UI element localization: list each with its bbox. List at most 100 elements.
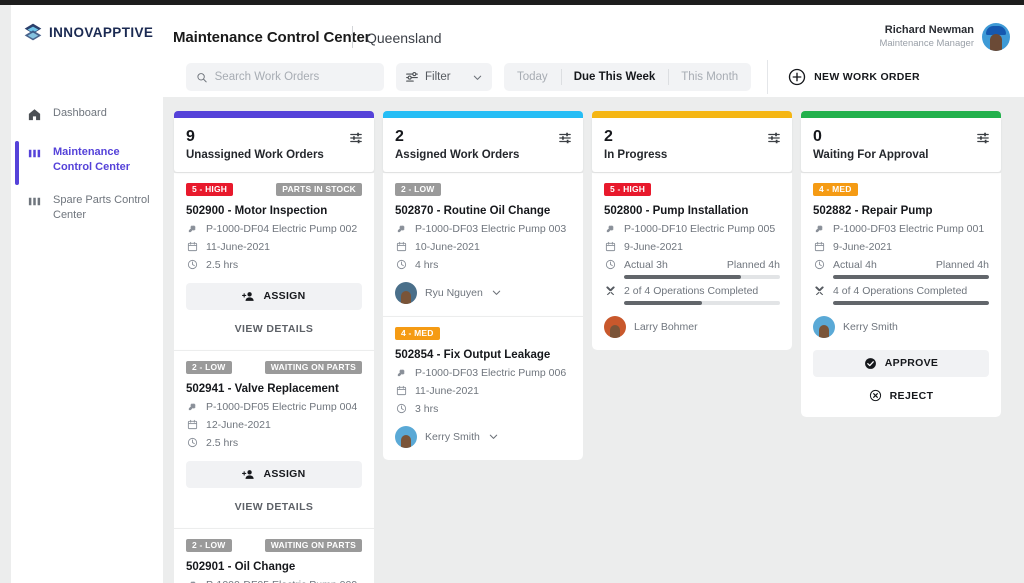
equipment-icon — [604, 223, 616, 234]
work-order-card[interactable]: 4 - MED 502882 - Repair Pump P-1000-DF03… — [801, 173, 1001, 417]
assign-button[interactable]: ASSIGN — [186, 461, 362, 488]
work-order-card[interactable]: 2 - LOW 502870 - Routine Oil Change P-10… — [383, 173, 583, 316]
reject-label: REJECT — [890, 390, 934, 402]
card-badges: 5 - HIGH PARTS IN STOCK — [186, 183, 362, 197]
view-details-button[interactable]: VIEW DETAILS — [186, 498, 362, 516]
date-text: 12-June-2021 — [206, 419, 271, 431]
sidebar-item-maintenance-control-center[interactable]: Maintenance Control Center — [11, 136, 163, 184]
settings-sliders-icon[interactable] — [558, 131, 572, 150]
date-text: 10-June-2021 — [415, 241, 480, 253]
app-root: INNOVAPPTIVE Maintenance Control Center … — [0, 0, 1024, 583]
search-input[interactable] — [215, 71, 374, 83]
filter-dropdown[interactable]: Filter — [396, 63, 492, 91]
column-header: 0 Waiting For Approval — [801, 118, 1001, 172]
assignee-row[interactable]: Kerry Smith — [813, 316, 989, 338]
chevron-down-icon[interactable] — [488, 431, 499, 442]
sidebar-item-dashboard[interactable]: Dashboard — [11, 97, 163, 136]
brand-logo[interactable]: INNOVAPPTIVE — [23, 22, 153, 42]
duration-text: 2.5 hrs — [206, 437, 238, 449]
hexagon-logo-icon — [23, 22, 43, 42]
sidebar-item-label: Spare Parts Control Center — [53, 193, 153, 223]
view-details-button[interactable]: VIEW DETAILS — [186, 320, 362, 338]
sidebar-item-label: Dashboard — [53, 106, 107, 121]
column-header: 2 Assigned Work Orders — [383, 118, 583, 172]
work-order-title: 502854 - Fix Output Leakage — [395, 349, 571, 361]
segment-today[interactable]: Today — [504, 63, 561, 91]
equipment-icon — [395, 367, 407, 378]
assign-button[interactable]: ASSIGN — [186, 283, 362, 310]
time-progress-labels: Actual 3h Planned 4h — [624, 259, 780, 271]
settings-sliders-icon[interactable] — [767, 131, 781, 150]
work-order-title: 502900 - Motor Inspection — [186, 205, 362, 217]
chevron-down-icon[interactable] — [491, 287, 502, 298]
home-icon — [27, 107, 42, 127]
columns-icon — [27, 194, 42, 214]
date-row: 9-June-2021 — [604, 241, 780, 253]
equipment-icon — [395, 223, 407, 234]
filter-label: Filter — [425, 71, 466, 83]
equipment-row: P-1000-DF05 Electric Pump 009 — [186, 579, 362, 583]
column-title: Assigned Work Orders — [395, 149, 571, 161]
user-avatar[interactable] — [982, 23, 1010, 51]
equipment-row: P-1000-DF03 Electric Pump 003 — [395, 223, 571, 235]
user-profile[interactable]: Richard Newman Maintenance Manager — [879, 23, 1010, 51]
work-order-card[interactable]: 5 - HIGH 502800 - Pump Installation P-10… — [592, 173, 792, 350]
column-title: Waiting For Approval — [813, 149, 989, 161]
work-order-title: 502901 - Oil Change — [186, 561, 362, 573]
column-header: 2 In Progress — [592, 118, 792, 172]
assignee-name: Kerry Smith — [843, 321, 898, 333]
user-meta: Richard Newman Maintenance Manager — [879, 24, 974, 50]
column-accent-bar — [592, 111, 792, 118]
new-work-order-button[interactable]: NEW WORK ORDER — [784, 68, 920, 86]
tools-icon — [813, 285, 825, 296]
date-row: 12-June-2021 — [186, 419, 362, 431]
operations-row: 2 of 4 Operations Completed — [604, 285, 780, 297]
actual-time-text: Actual 4h — [833, 259, 877, 271]
assignee-row[interactable]: Larry Bohmer — [604, 316, 780, 338]
reject-button[interactable]: REJECT — [813, 387, 989, 405]
view-details-label: VIEW DETAILS — [235, 501, 314, 513]
close-circle-icon — [869, 389, 882, 402]
calendar-icon — [186, 419, 198, 430]
search-box[interactable] — [186, 63, 384, 91]
status-badge: WAITING ON PARTS — [265, 361, 362, 375]
duration-row: 2.5 hrs — [186, 259, 362, 271]
work-order-title: 502800 - Pump Installation — [604, 205, 780, 217]
kanban-column-assigned: 2 Assigned Work Orders — [383, 111, 583, 583]
time-progress-labels: Actual 4h Planned 4h — [833, 259, 989, 271]
calendar-icon — [395, 241, 407, 252]
settings-sliders-icon[interactable] — [349, 131, 363, 150]
column-count: 2 — [604, 128, 780, 146]
work-order-card[interactable]: 4 - MED 502854 - Fix Output Leakage P-10… — [383, 316, 583, 460]
work-order-card[interactable]: 2 - LOW WAITING ON PARTS 502901 - Oil Ch… — [174, 528, 374, 583]
priority-badge: 2 - LOW — [186, 539, 232, 553]
card-badges: 2 - LOW WAITING ON PARTS — [186, 361, 362, 375]
work-order-card[interactable]: 5 - HIGH PARTS IN STOCK 502900 - Motor I… — [174, 173, 374, 350]
equipment-text: P-1000-DF03 Electric Pump 001 — [833, 223, 984, 235]
equipment-icon — [186, 401, 198, 412]
segment-due-this-week[interactable]: Due This Week — [561, 63, 669, 91]
kanban-column-in-progress: 2 In Progress — [592, 111, 792, 583]
assignee-row[interactable]: Ryu Nguyen — [395, 282, 571, 304]
work-order-card[interactable]: 2 - LOW WAITING ON PARTS 502941 - Valve … — [174, 350, 374, 528]
clock-icon — [813, 259, 825, 270]
toolbar: Filter Today Due This Week This Month NE… — [186, 60, 920, 94]
planned-time-text: Planned 4h — [936, 259, 989, 271]
toolbar-divider — [767, 60, 768, 94]
assignee-avatar — [813, 316, 835, 338]
segment-this-month[interactable]: This Month — [668, 63, 751, 91]
card-badges: 2 - LOW WAITING ON PARTS — [186, 539, 362, 553]
new-work-order-label: NEW WORK ORDER — [814, 71, 920, 83]
settings-sliders-icon[interactable] — [976, 131, 990, 150]
planned-time-text: Planned 4h — [727, 259, 780, 271]
approve-button[interactable]: APPROVE — [813, 350, 989, 377]
duration-row: 4 hrs — [395, 259, 571, 271]
approve-label: APPROVE — [885, 357, 938, 369]
column-count: 0 — [813, 128, 989, 146]
window-left-strip — [0, 5, 11, 583]
sidebar-item-spare-parts-control-center[interactable]: Spare Parts Control Center — [11, 184, 163, 232]
assignee-row[interactable]: Kerry Smith — [395, 426, 571, 448]
time-range-segmented-control: Today Due This Week This Month — [504, 63, 751, 91]
date-row: 10-June-2021 — [395, 241, 571, 253]
operations-text: 4 of 4 Operations Completed — [833, 285, 967, 297]
